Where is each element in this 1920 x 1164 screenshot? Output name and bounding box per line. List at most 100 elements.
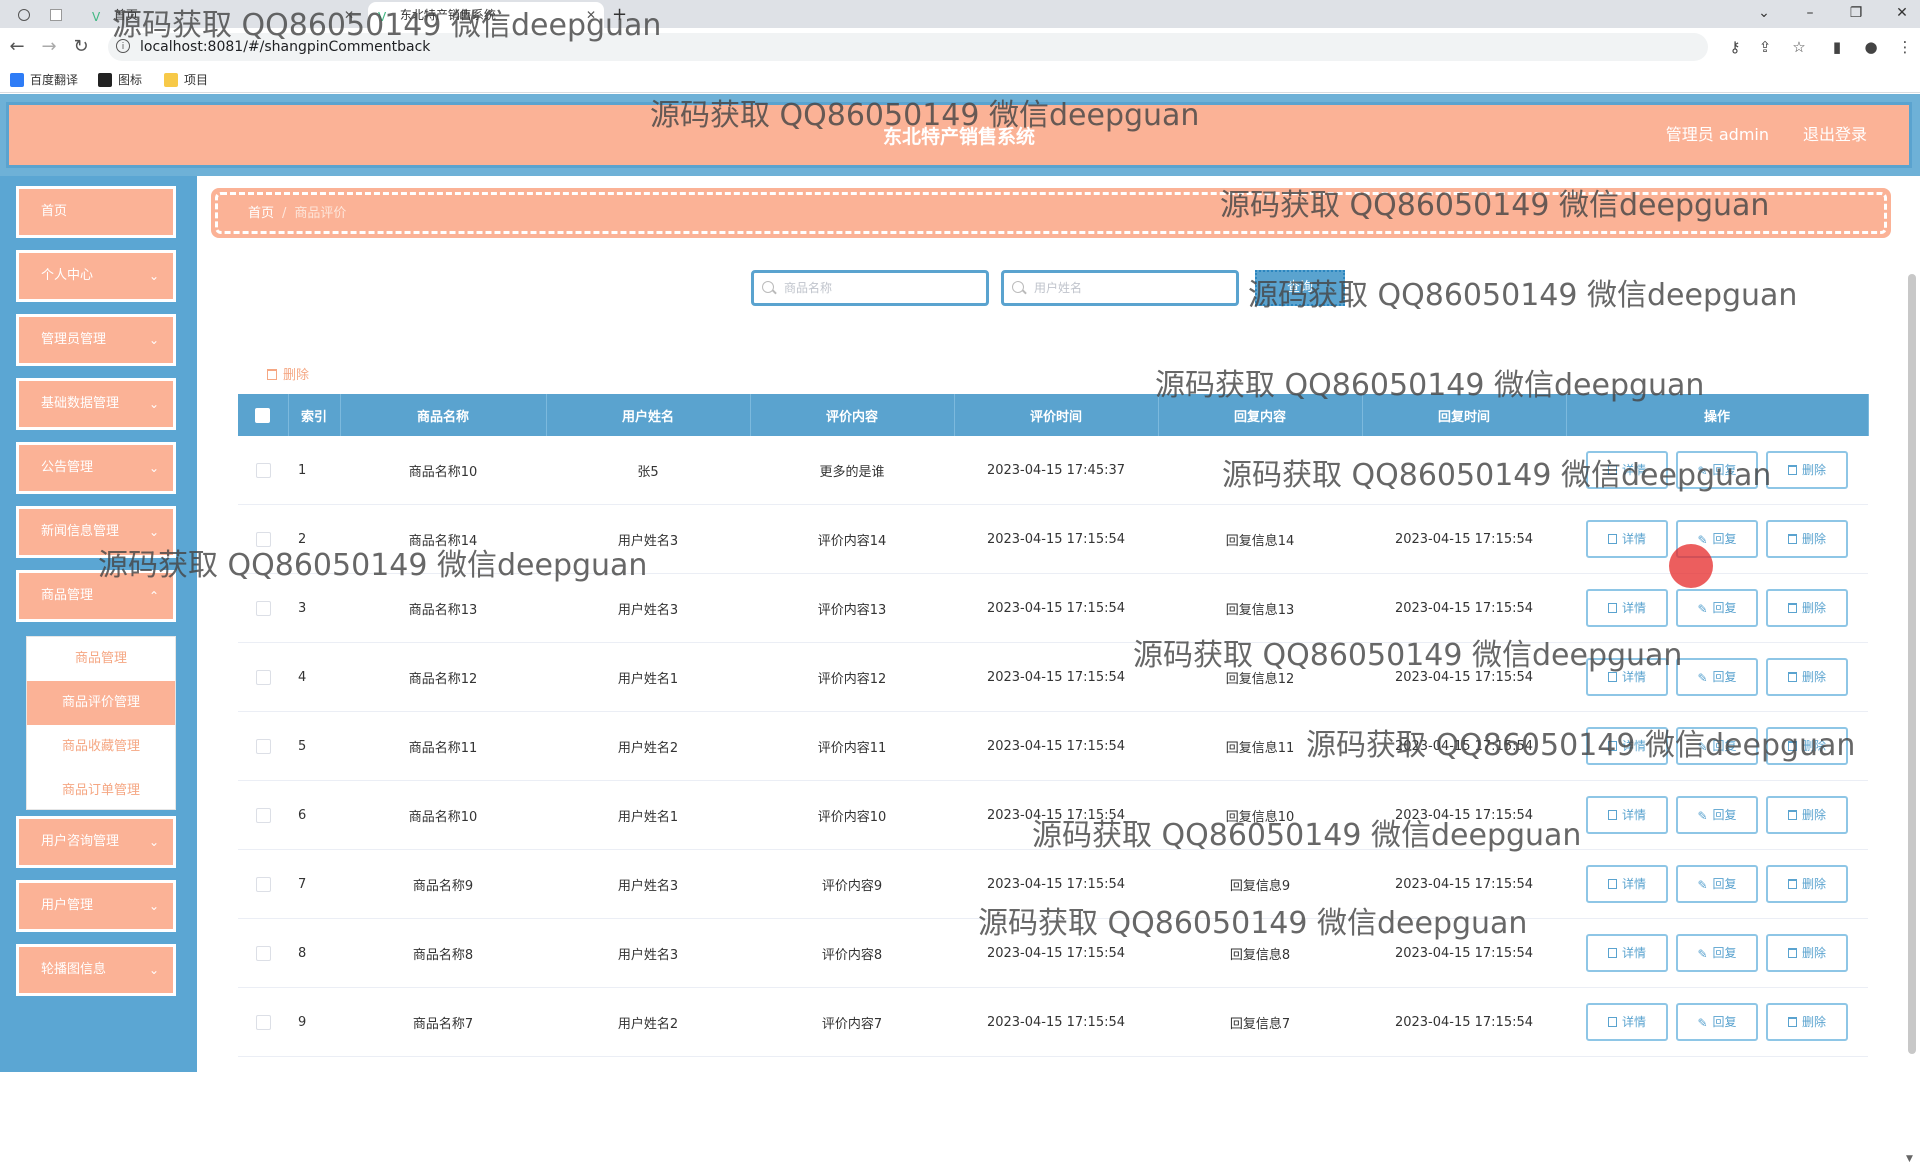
sidebar-item-carousel[interactable]: 轮播图信息 ⌄ (16, 944, 176, 996)
row-checkbox[interactable] (255, 669, 271, 685)
reply-button[interactable]: ✎ 回复 (1676, 934, 1758, 972)
bookmark-baidu-translate[interactable]: 百度翻译 (10, 71, 78, 89)
reply-button[interactable]: ✎ 回复 (1676, 589, 1758, 627)
detail-button[interactable]: 详情 (1586, 727, 1668, 765)
delete-button[interactable]: 删除 (1766, 589, 1848, 627)
back-icon[interactable]: ← (6, 36, 28, 58)
query-button[interactable]: 查询 (1255, 270, 1345, 306)
row-checkbox[interactable] (255, 1014, 271, 1030)
bulk-delete-button[interactable]: 删除 (267, 364, 309, 383)
delete-label: 删除 (1801, 739, 1826, 753)
close-tab-icon[interactable]: ✕ (586, 2, 596, 28)
trash-icon (1787, 603, 1797, 613)
sidebar-item-user-management[interactable]: 用户管理 ⌄ (16, 880, 176, 932)
window-close-icon[interactable]: ✕ (1884, 0, 1920, 28)
sidebar-item-admin-management[interactable]: 管理员管理 ⌄ (16, 314, 176, 366)
product-name-input[interactable] (784, 273, 980, 303)
reply-button[interactable]: ✎ 回复 (1676, 865, 1758, 903)
site-info-icon[interactable]: i (116, 39, 130, 53)
select-all-checkbox[interactable] (255, 407, 271, 423)
product-name-search[interactable] (751, 270, 989, 306)
bookmark-icons[interactable]: 图标 (98, 71, 142, 89)
reply-button[interactable]: ✎ 回复 (1676, 658, 1758, 696)
detail-button[interactable]: 详情 (1586, 934, 1668, 972)
table-row: 2 商品名称14 用户姓名3 评价内容14 2023-04-15 17:15:54 回复信… (238, 504, 1868, 574)
detail-button[interactable]: 详情 (1586, 658, 1668, 696)
close-tab-icon[interactable]: ✕ (344, 2, 354, 28)
browser-tab-active[interactable]: V 东北特产销售系统 ✕ (368, 2, 604, 28)
delete-button[interactable]: 删除 (1766, 1003, 1848, 1041)
reply-button[interactable]: ✎ 回复 (1676, 727, 1758, 765)
reply-button[interactable]: ✎ 回复 (1676, 1003, 1758, 1041)
address-bar[interactable]: i localhost:8081/#/shangpinCommentback (108, 33, 1708, 61)
delete-button[interactable]: 删除 (1766, 934, 1848, 972)
star-icon[interactable]: ☆ (1790, 38, 1808, 56)
reply-button[interactable]: ✎ 回复 (1676, 451, 1758, 489)
sidebar-item-personal-center[interactable]: 个人中心 ⌄ (16, 250, 176, 302)
submenu-item-product-orders[interactable]: 商品订单管理 (27, 769, 175, 813)
row-checkbox[interactable] (255, 876, 271, 892)
delete-button[interactable]: 删除 (1766, 451, 1848, 489)
row-select-cell[interactable] (238, 436, 288, 505)
submenu-item-product-management[interactable]: 商品管理 (27, 637, 175, 681)
cell-index: 8 (288, 918, 340, 988)
menu-dots-icon[interactable]: ⋮ (1896, 38, 1914, 56)
row-checkbox[interactable] (255, 531, 271, 547)
user-name-input[interactable] (1034, 273, 1230, 303)
sidebar-item-home[interactable]: 首页 (16, 186, 176, 238)
detail-button[interactable]: 详情 (1586, 451, 1668, 489)
detail-button[interactable]: 详情 (1586, 1003, 1668, 1041)
delete-button[interactable]: 删除 (1766, 865, 1848, 903)
tab-list-icon[interactable]: ⌄ (1746, 0, 1782, 28)
row-select-cell[interactable] (238, 849, 288, 919)
breadcrumb-home[interactable]: 首页 (248, 206, 274, 221)
select-all-cell[interactable] (238, 394, 289, 436)
scrollbar[interactable] (1908, 274, 1916, 1054)
reply-button[interactable]: ✎ 回复 (1676, 796, 1758, 834)
row-select-cell[interactable] (238, 642, 288, 712)
url-text[interactable]: localhost:8081/#/shangpinCommentback (140, 33, 430, 61)
scroll-down-icon[interactable]: ▼ (1906, 1154, 1913, 1164)
row-checkbox[interactable] (255, 738, 271, 754)
delete-button[interactable]: 删除 (1766, 520, 1848, 558)
user-name-search[interactable] (1001, 270, 1239, 306)
minimize-icon[interactable]: – (1792, 0, 1828, 28)
detail-button[interactable]: 详情 (1586, 865, 1668, 903)
row-select-cell[interactable] (238, 711, 288, 781)
sidebar-item-news[interactable]: 新闻信息管理 ⌄ (16, 506, 176, 558)
row-checkbox[interactable] (255, 945, 271, 961)
row-checkbox[interactable] (255, 807, 271, 823)
row-select-cell[interactable] (238, 987, 288, 1057)
submenu-item-product-reviews[interactable]: 商品评价管理 (27, 681, 175, 725)
row-select-cell[interactable] (238, 918, 288, 988)
sidebar-item-user-consulting[interactable]: 用户咨询管理 ⌄ (16, 816, 176, 868)
side-panel-icon[interactable]: ▮ (1828, 38, 1846, 56)
sidebar-item-products[interactable]: 商品管理 ⌃ (16, 570, 176, 622)
detail-button[interactable]: 详情 (1586, 796, 1668, 834)
row-select-cell[interactable] (238, 780, 288, 850)
reload-icon[interactable]: ↻ (70, 36, 92, 58)
row-checkbox[interactable] (255, 600, 271, 616)
restore-icon[interactable]: ❐ (1838, 0, 1874, 28)
delete-button[interactable]: 删除 (1766, 796, 1848, 834)
detail-label: 详情 (1621, 601, 1646, 615)
detail-button[interactable]: 详情 (1586, 589, 1668, 627)
row-select-cell[interactable] (238, 573, 288, 643)
bookmark-project[interactable]: 项目 (164, 71, 208, 89)
browser-tab[interactable] (40, 2, 80, 28)
key-icon[interactable]: ⚷ (1726, 38, 1744, 56)
detail-button[interactable]: 详情 (1586, 520, 1668, 558)
sidebar-item-announcements[interactable]: 公告管理 ⌄ (16, 442, 176, 494)
share-icon[interactable]: ⇪ (1756, 38, 1774, 56)
delete-button[interactable]: 删除 (1766, 727, 1848, 765)
row-checkbox[interactable] (255, 462, 271, 478)
browser-tab-home[interactable]: V 首页 ✕ (82, 2, 362, 28)
profile-icon[interactable]: ● (1862, 38, 1880, 56)
delete-button[interactable]: 删除 (1766, 658, 1848, 696)
new-tab-button[interactable]: + (612, 2, 642, 28)
forward-icon[interactable]: → (38, 36, 60, 58)
sidebar-item-basic-data[interactable]: 基础数据管理 ⌄ (16, 378, 176, 430)
logout-link[interactable]: 退出登录 (1803, 105, 1867, 165)
submenu-item-product-favorites[interactable]: 商品收藏管理 (27, 725, 175, 769)
row-select-cell[interactable] (238, 504, 288, 574)
